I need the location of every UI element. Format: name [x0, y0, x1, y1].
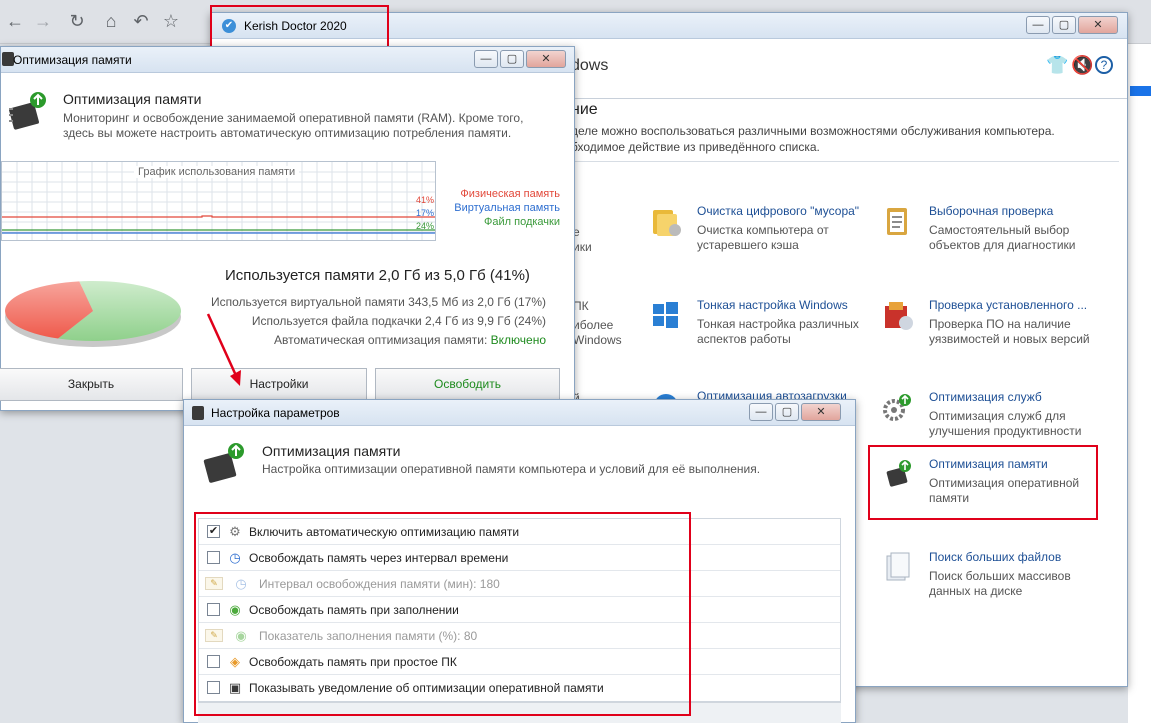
memory-window-title: Оптимизация памяти — [13, 53, 132, 67]
close-button[interactable]: ✕ — [526, 50, 566, 68]
forward-icon[interactable]: → — [30, 8, 56, 34]
memory-header-title: Оптимизация памяти — [63, 91, 202, 107]
section-description: деле можно воспользоваться различными во… — [571, 124, 1055, 154]
memory-titlebar: Оптимизация памяти — ▢ ✕ — [1, 47, 574, 73]
tool-title[interactable]: Поиск больших файлов — [929, 550, 1061, 564]
tool-desc: Самостоятельный выбор объектов для диагн… — [929, 223, 1076, 252]
close-button[interactable]: ✕ — [1078, 16, 1118, 34]
graph-virtual-value: 17% — [416, 208, 435, 218]
tool-title[interactable]: Выборочная проверка — [929, 204, 1053, 218]
section-title: ние — [571, 101, 598, 118]
legend-physical: Физическая память — [460, 188, 560, 200]
windows-logo-icon — [649, 298, 683, 332]
home-icon[interactable]: ⌂ — [98, 8, 124, 34]
settings-window-icon — [192, 406, 204, 420]
close-button[interactable]: ✕ — [801, 403, 841, 421]
settings-header-desc: Настройка оптимизации оперативной памяти… — [262, 462, 761, 476]
free-memory-button[interactable]: Освободить — [375, 368, 560, 401]
physical-line — [2, 215, 435, 218]
legend-swap: Файл подкачки — [484, 216, 560, 228]
folder-trash-icon — [649, 204, 683, 238]
swap-file-text: Используется файла подкачки 2,4 Гб из 9,… — [251, 314, 546, 328]
graph-title: График использования памяти — [134, 166, 300, 178]
tool-desc: Проверка ПО на наличие уязвимостей и нов… — [929, 317, 1090, 346]
tool-desc: Поиск больших массивов данных на диске — [929, 569, 1071, 598]
browser-page-edge — [1128, 44, 1151, 723]
maximize-button[interactable]: ▢ — [500, 50, 524, 68]
tool-desc: Очистка компьютера от устаревшего кэша — [697, 223, 829, 252]
memory-optimization-window: Оптимизация памяти — ▢ ✕ Оптимизация пам… — [0, 46, 575, 411]
gears-icon — [881, 390, 915, 424]
memory-used-text: Используется памяти 2,0 Гб из 5,0 Гб (41… — [225, 267, 530, 284]
settings-window-title: Настройка параметров — [211, 406, 340, 420]
red-arrow-annotation — [206, 313, 241, 386]
software-box-icon — [881, 298, 915, 332]
virtual-memory-text: Используется виртуальной памяти 343,5 Мб… — [210, 295, 546, 309]
legend-virtual: Виртуальная память — [454, 202, 560, 214]
memory-chip-icon — [5, 89, 51, 135]
minimize-button[interactable]: — — [1026, 16, 1050, 34]
back-icon[interactable]: ← — [2, 8, 28, 34]
settings-header-title: Оптимизация памяти — [262, 443, 401, 459]
tool-title[interactable]: Тонкая настройка Windows — [697, 298, 848, 312]
bookmark-star-icon[interactable]: ☆ — [158, 8, 184, 34]
close-memory-button[interactable]: Закрыть — [0, 368, 183, 401]
help-icon[interactable]: ? — [1095, 56, 1113, 74]
skin-shirt-icon[interactable]: 👕 — [1046, 55, 1068, 76]
highlight-memory-tool — [868, 445, 1098, 520]
partial-text: Windows — [573, 333, 622, 347]
minimize-button[interactable]: — — [749, 403, 773, 421]
auto-optimization-label: Автоматическая оптимизация памяти: — [273, 333, 488, 347]
memory-pie-chart — [5, 281, 181, 347]
memory-header-desc: Мониторинг и освобождение занимаемой опе… — [63, 111, 524, 140]
memory-usage-graph: График использования памяти 41% 17% 24% — [1, 161, 436, 241]
history-icon[interactable]: ↶ — [128, 8, 154, 34]
maximize-button[interactable]: ▢ — [1052, 16, 1076, 34]
memory-chip-icon — [200, 440, 250, 490]
files-icon — [881, 550, 915, 584]
graph-physical-value: 41% — [416, 195, 435, 205]
auto-optimization-value: Включено — [490, 333, 546, 347]
tool-desc: Оптимизация служб для улучшения продукти… — [929, 409, 1082, 438]
tool-title[interactable]: Оптимизация служб — [929, 390, 1042, 404]
tool-title[interactable]: Очистка цифрового "мусора" — [697, 204, 859, 218]
tool-title[interactable]: Проверка установленного ... — [929, 298, 1087, 312]
main-header-title: dows — [571, 57, 609, 74]
section-divider — [563, 161, 1119, 162]
minimize-button[interactable]: — — [474, 50, 498, 68]
highlight-options — [194, 512, 691, 716]
highlight-app-title — [210, 5, 389, 51]
partial-text: ики — [573, 240, 592, 254]
auto-optimization-line: Автоматическая оптимизация памяти: Включ… — [201, 333, 546, 347]
maximize-button[interactable]: ▢ — [775, 403, 799, 421]
tool-desc: Тонкая настройка различных аспектов рабо… — [697, 317, 859, 346]
sound-mute-icon[interactable]: 🔇 — [1071, 55, 1093, 76]
browser-accent-bar — [1130, 86, 1151, 96]
graph-swap-value: 24% — [416, 221, 435, 231]
partial-text: иболее — [573, 318, 614, 332]
clipboard-check-icon — [881, 204, 915, 238]
partial-text: ПК — [573, 299, 589, 313]
settings-titlebar: Настройка параметров — ▢ ✕ — [184, 400, 855, 426]
reload-icon[interactable]: ↻ — [64, 8, 90, 34]
